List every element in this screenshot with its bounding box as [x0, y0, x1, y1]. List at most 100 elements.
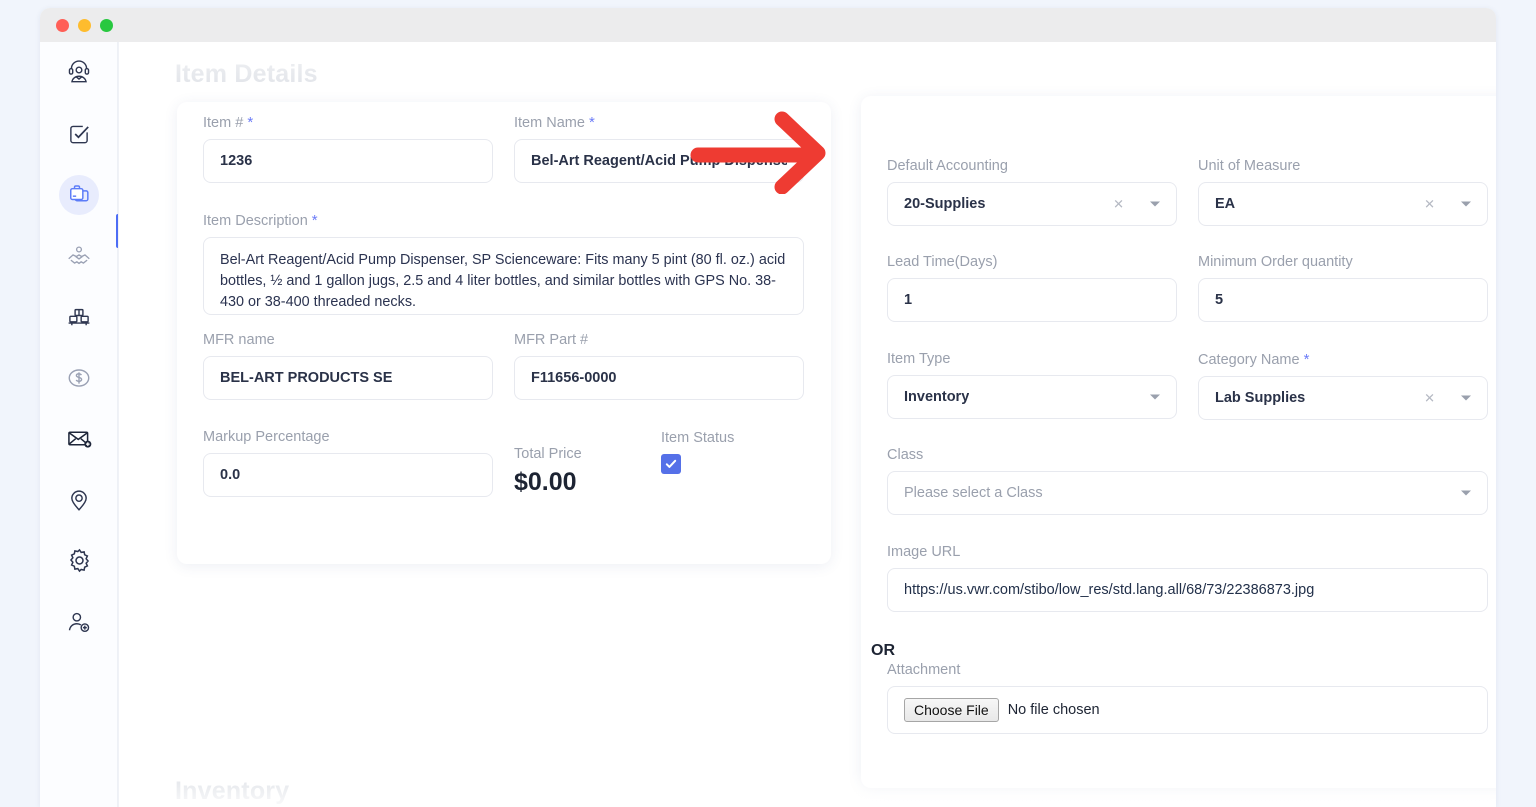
item-description-textarea[interactable]: Bel-Art Reagent/Acid Pump Dispenser, SP …	[203, 237, 804, 315]
required-marker: *	[312, 212, 318, 229]
content-area: Item Details Item # * Item Name * Item D…	[118, 42, 1496, 807]
chevron-down-icon[interactable]	[1461, 396, 1471, 401]
unit-of-measure-label: Unit of Measure	[1198, 158, 1488, 174]
dollar-circle-icon	[59, 358, 99, 398]
total-price-value: $0.00	[514, 468, 577, 496]
sidebar-item-payments[interactable]	[40, 347, 118, 408]
browser-window: Item Details Item # * Item Name * Item D…	[40, 8, 1496, 807]
support-agent-icon	[59, 53, 99, 93]
item-type-select[interactable]: Inventory	[887, 375, 1177, 419]
item-details-left-card: Item # * Item Name * Item Description * …	[177, 102, 831, 564]
required-marker: *	[1304, 351, 1310, 368]
item-details-right-card: Default Accounting 20-Supplies ✕ Unit of…	[861, 96, 1496, 788]
sidebar-item-locations[interactable]	[40, 469, 118, 530]
field-item-number: Item # *	[203, 114, 493, 183]
item-name-input[interactable]	[514, 139, 804, 183]
field-mfr-part: MFR Part #	[514, 332, 804, 400]
field-item-name: Item Name *	[514, 114, 804, 183]
field-image-url: Image URL	[887, 544, 1488, 612]
sidebar-item-catalog-items[interactable]	[40, 164, 118, 225]
minimum-order-quantity-input[interactable]	[1198, 278, 1488, 322]
minimize-window-button[interactable]	[78, 19, 91, 32]
unit-of-measure-value: EA	[1215, 196, 1235, 212]
item-status-block: Item Status	[661, 430, 734, 474]
attachment-status-text: No file chosen	[1008, 702, 1100, 718]
window-titlebar	[40, 8, 1496, 42]
category-name-value: Lab Supplies	[1215, 390, 1305, 406]
sidebar-item-messages[interactable]	[40, 408, 118, 469]
chevron-down-icon[interactable]	[1150, 395, 1160, 400]
gear-icon	[59, 541, 99, 581]
category-name-label: Category Name *	[1198, 351, 1488, 368]
required-marker: *	[589, 114, 595, 131]
item-description-label: Item Description *	[203, 212, 804, 229]
field-item-type: Item Type Inventory	[887, 351, 1177, 419]
sidebar-item-vendors[interactable]	[40, 225, 118, 286]
top-fade-overlay	[119, 42, 1496, 100]
field-attachment: Attachment Choose File No file chosen	[887, 662, 1488, 734]
sidebar-item-receiving[interactable]	[40, 286, 118, 347]
total-price-block: Total Price $0.00	[514, 446, 582, 497]
default-accounting-select[interactable]: 20-Supplies ✕	[887, 182, 1177, 226]
image-url-label: Image URL	[887, 544, 1488, 560]
unit-of-measure-select[interactable]: EA ✕	[1198, 182, 1488, 226]
field-lead-time: Lead Time(Days)	[887, 254, 1177, 322]
image-url-input[interactable]	[887, 568, 1488, 612]
envelope-plus-icon	[59, 419, 99, 459]
class-label: Class	[887, 447, 1488, 463]
class-select[interactable]: Please select a Class	[887, 471, 1488, 515]
chevron-down-icon[interactable]	[1150, 202, 1160, 207]
total-price-label: Total Price	[514, 446, 582, 462]
item-number-input[interactable]	[203, 139, 493, 183]
next-section-title: Inventory	[175, 777, 289, 806]
mfr-name-label: MFR name	[203, 332, 493, 348]
item-type-label: Item Type	[887, 351, 1177, 367]
sidebar-item-approvals[interactable]	[40, 103, 118, 164]
item-status-checkbox[interactable]	[661, 454, 681, 474]
field-markup-percentage: Markup Percentage	[203, 429, 493, 497]
clear-icon[interactable]: ✕	[1424, 198, 1435, 211]
page-title: Item Details	[175, 60, 318, 89]
field-class: Class Please select a Class	[887, 447, 1488, 515]
handshake-icon	[59, 236, 99, 276]
package-shelf-icon	[59, 297, 99, 337]
clear-icon[interactable]: ✕	[1113, 198, 1124, 211]
item-number-label: Item # *	[203, 114, 493, 131]
sidebar-item-settings[interactable]	[40, 530, 118, 591]
field-unit-of-measure: Unit of Measure EA ✕	[1198, 158, 1488, 226]
briefcase-folder-icon	[59, 175, 99, 215]
mfr-part-input[interactable]	[514, 356, 804, 400]
chevron-down-icon[interactable]	[1461, 491, 1471, 496]
item-name-label: Item Name *	[514, 114, 804, 131]
mfr-name-input[interactable]	[203, 356, 493, 400]
field-minimum-order-quantity: Minimum Order quantity	[1198, 254, 1488, 322]
choose-file-button[interactable]: Choose File	[904, 698, 999, 722]
default-accounting-value: 20-Supplies	[904, 196, 985, 212]
sidebar-item-user-admin[interactable]	[40, 591, 118, 652]
minimum-order-quantity-label: Minimum Order quantity	[1198, 254, 1488, 270]
clear-icon[interactable]: ✕	[1424, 392, 1435, 405]
item-type-value: Inventory	[904, 389, 969, 405]
user-settings-icon	[59, 602, 99, 642]
lead-time-label: Lead Time(Days)	[887, 254, 1177, 270]
class-placeholder: Please select a Class	[904, 485, 1043, 501]
lead-time-input[interactable]	[887, 278, 1177, 322]
item-status-label: Item Status	[661, 430, 734, 446]
attachment-label: Attachment	[887, 662, 1488, 678]
field-default-accounting: Default Accounting 20-Supplies ✕	[887, 158, 1177, 226]
sidebar-item-support[interactable]	[40, 42, 118, 103]
map-pin-icon	[59, 480, 99, 520]
field-category-name: Category Name * Lab Supplies ✕	[1198, 351, 1488, 420]
close-window-button[interactable]	[56, 19, 69, 32]
markup-percentage-label: Markup Percentage	[203, 429, 493, 445]
maximize-window-button[interactable]	[100, 19, 113, 32]
or-separator-label: OR	[871, 642, 895, 660]
field-item-description: Item Description * Bel-Art Reagent/Acid …	[203, 212, 804, 320]
field-mfr-name: MFR name	[203, 332, 493, 400]
markup-percentage-input[interactable]	[203, 453, 493, 497]
required-marker: *	[247, 114, 253, 131]
category-name-select[interactable]: Lab Supplies ✕	[1198, 376, 1488, 420]
checkbox-document-icon	[59, 114, 99, 154]
attachment-file-input[interactable]: Choose File No file chosen	[887, 686, 1488, 734]
chevron-down-icon[interactable]	[1461, 202, 1471, 207]
